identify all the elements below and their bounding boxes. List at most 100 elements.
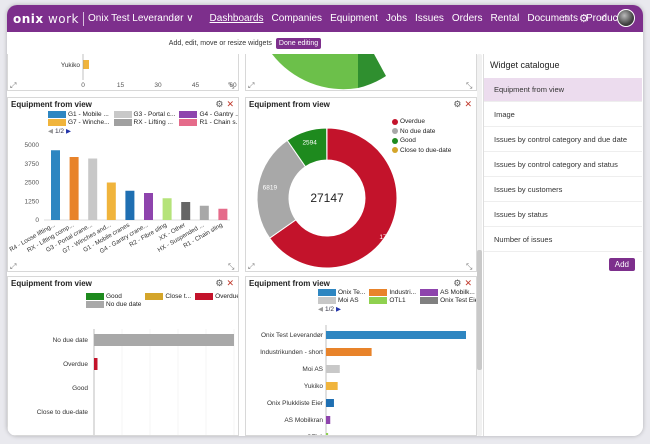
donut-total: 27147 <box>310 191 344 205</box>
legend-item[interactable]: Good <box>392 136 476 146</box>
avatar[interactable] <box>617 9 635 27</box>
bar[interactable] <box>94 358 98 370</box>
widget-equipment-bar[interactable]: Equipment from view ⚙ ✕ G1 - Mobile ... G3… <box>7 97 239 272</box>
widget-equipment-company-hbar[interactable]: Equipment from view ⚙ ✕ Onix Te... Industr… <box>245 276 477 436</box>
resize-handle-icon[interactable]: ⤡ <box>466 81 472 90</box>
axis-tick-label: 30 <box>154 82 162 89</box>
bar[interactable] <box>326 365 340 373</box>
partial-donut-slice <box>272 54 358 90</box>
nav-item-companies[interactable]: Companies <box>271 13 322 24</box>
bar[interactable] <box>125 190 135 220</box>
page-scrollbar[interactable] <box>477 54 482 436</box>
nav-item-rental[interactable]: Rental <box>490 13 519 24</box>
resize-handle-icon[interactable]: ⤢ <box>248 81 254 90</box>
partial-widget-top-middle: ⤢ ⤡ <box>245 54 477 91</box>
chart-legend: Overdue No due date Good Close to due-date <box>392 117 476 155</box>
done-editing-button[interactable]: Done editing <box>275 38 322 49</box>
bar[interactable] <box>94 334 234 346</box>
bar[interactable] <box>326 348 372 356</box>
y-tick-label: AS Mobilkran <box>284 417 323 424</box>
y-tick-label: Overdue <box>63 361 88 368</box>
resize-handle-icon[interactable]: ⤡ <box>466 262 472 271</box>
edit-mode-bar: Add, edit, move or resize widgets Done e… <box>7 32 483 55</box>
bar[interactable] <box>326 331 466 339</box>
add-widget-button[interactable]: Add <box>608 258 635 271</box>
home-icon[interactable]: ⌂ <box>562 12 569 24</box>
catalogue-item[interactable]: Issues by control category and due date <box>484 128 642 152</box>
axis-tick-label: 0 <box>81 82 85 89</box>
y-tick-label: 2500 <box>25 180 40 187</box>
top-nav-bar: onix work Onix Test Leverandør ∨ Dashboa… <box>7 5 643 32</box>
partial-hbar-chart: Yukiko 0 15 30 45 60 <box>61 54 237 89</box>
partial-donut-slice <box>358 54 386 88</box>
bar[interactable] <box>181 202 191 220</box>
nav-item-orders[interactable]: Orders <box>452 13 483 24</box>
legend-label: No due date <box>400 127 436 135</box>
y-tick-label: 3750 <box>25 161 40 168</box>
y-tick-label: OTL1 <box>307 434 324 436</box>
legend-swatch <box>392 147 398 154</box>
catalogue-item[interactable]: Issues by customers <box>484 178 642 202</box>
nav-item-issues[interactable]: Issues <box>415 13 444 24</box>
nav-item-dashboards[interactable]: Dashboards <box>210 13 264 24</box>
chevron-down-icon: ∨ <box>186 13 194 24</box>
legend-swatch <box>392 137 398 144</box>
legend-item[interactable]: No due date <box>392 127 476 137</box>
bar[interactable] <box>69 157 79 220</box>
bar[interactable] <box>144 193 153 220</box>
legend-label: Good <box>400 137 416 144</box>
bar[interactable] <box>218 208 228 220</box>
legend-item[interactable]: Overdue <box>392 117 476 127</box>
catalogue-title: Widget catalogue <box>490 60 560 70</box>
resize-handle-icon[interactable]: ⤢ <box>248 262 254 271</box>
axis-tick-label: 15 <box>117 82 125 89</box>
app-window: onix work Onix Test Leverandør ∨ Dashboa… <box>7 5 643 436</box>
gear-icon[interactable]: ⚙ <box>579 12 589 25</box>
hbar-chart: No due date Overdue Good Close to due-date <box>37 329 235 435</box>
y-tick-label: Onix Test Leverandør <box>261 332 324 339</box>
resize-handle-icon[interactable]: ⤡ <box>228 81 234 90</box>
bar[interactable] <box>106 182 116 221</box>
bar[interactable] <box>326 416 331 424</box>
y-tick-label: Good <box>72 385 88 392</box>
y-tick-label: No due date <box>53 337 89 344</box>
catalogue-item[interactable]: Number of issues <box>484 228 642 252</box>
bar[interactable] <box>51 150 60 220</box>
bar[interactable] <box>326 399 334 407</box>
resize-handle-icon[interactable]: ⤢ <box>10 81 16 90</box>
y-tick-label: 5000 <box>25 142 40 149</box>
slice-label: 17721 <box>379 234 397 241</box>
slice-label: 2594 <box>302 140 317 147</box>
resize-handle-icon[interactable]: ⤡ <box>228 262 234 271</box>
bar[interactable] <box>326 382 338 390</box>
legend-item[interactable]: Close to due-date <box>392 146 476 156</box>
onix-work-logo[interactable]: onix work <box>13 12 79 26</box>
widget-equipment-donut[interactable]: Equipment from view ⚙ ✕ 17721 6819 2594 2714… <box>245 97 477 272</box>
axis-tick-label: 45 <box>192 82 200 89</box>
catalogue-item[interactable]: Issues by status <box>484 203 642 227</box>
y-tick-label: Yukiko <box>304 383 324 390</box>
y-tick-label: Onix Plukkliste Eier <box>267 400 324 407</box>
hbar-chart: Onix Test Leverandør Industrikunden - sho… <box>260 325 466 436</box>
nav-item-equipment[interactable]: Equipment <box>330 13 378 24</box>
logo-divider <box>83 11 85 26</box>
bar[interactable] <box>199 205 209 220</box>
row-label: Yukiko <box>61 62 81 69</box>
bar[interactable] <box>162 198 172 220</box>
bar[interactable] <box>326 433 329 436</box>
widget-equipment-status-hbar[interactable]: Equipment from view ⚙ ✕ Good Close t... Ove… <box>7 276 239 436</box>
nav-item-jobs[interactable]: Jobs <box>386 13 407 24</box>
y-tick-label: 1250 <box>25 198 40 205</box>
org-switcher[interactable]: Onix Test Leverandør ∨ <box>88 13 194 24</box>
resize-handle-icon[interactable]: ⤢ <box>10 262 16 271</box>
header-icons: ⌂ ⚙ ♂ <box>562 9 635 27</box>
catalogue-item[interactable]: Equipment from view <box>484 78 642 102</box>
scrollbar-thumb[interactable] <box>477 250 482 370</box>
bar[interactable] <box>88 158 98 221</box>
user-key-icon[interactable]: ♂ <box>599 12 607 24</box>
bar-yukiko <box>83 60 89 69</box>
catalogue-item[interactable]: Image <box>484 103 642 127</box>
y-tick-label: Industrikunden - short <box>260 349 323 356</box>
catalogue-item[interactable]: Issues by control category and status <box>484 153 642 177</box>
y-tick-label: Moi AS <box>302 366 323 373</box>
